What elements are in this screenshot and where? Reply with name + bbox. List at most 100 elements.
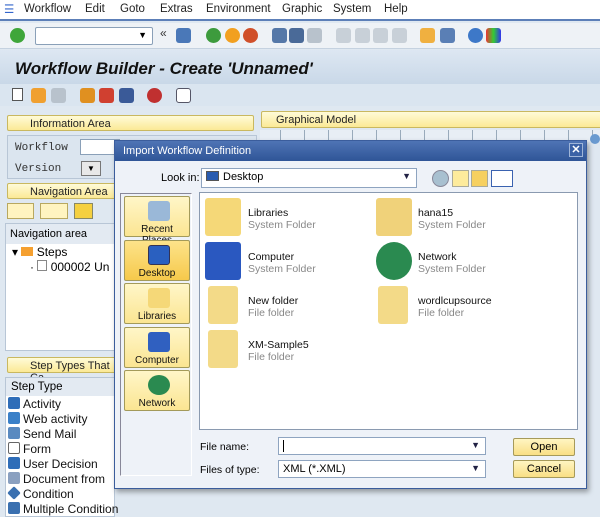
- step-type-form[interactable]: Form: [8, 442, 51, 456]
- find-next-icon[interactable]: [307, 28, 322, 43]
- back-icon[interactable]: [206, 28, 221, 43]
- place-libraries[interactable]: Libraries: [124, 283, 190, 324]
- file-item-new-folder[interactable]: New folder File folder: [248, 295, 298, 319]
- collapse-icon[interactable]: «: [160, 26, 175, 41]
- file-name-label: File name:: [200, 441, 250, 453]
- step-type-send-mail[interactable]: Send Mail: [8, 427, 76, 441]
- step-type-user-decision[interactable]: User Decision: [8, 457, 98, 471]
- open-button[interactable]: Open: [513, 438, 575, 456]
- file-item-network[interactable]: Network System Folder: [418, 251, 486, 275]
- help-icon[interactable]: [468, 28, 483, 43]
- folder-icon: [208, 330, 238, 368]
- page-title: Workflow Builder - Create 'Unnamed': [15, 59, 313, 78]
- libraries-folder-icon: [205, 198, 241, 236]
- last-page-icon[interactable]: [392, 28, 407, 43]
- step-type-activity[interactable]: Activity: [8, 397, 61, 411]
- network-icon: [148, 375, 170, 395]
- tree-node-step[interactable]: · 000002 Un: [30, 260, 109, 274]
- container-icon[interactable]: [147, 88, 162, 103]
- menu-system[interactable]: System: [333, 3, 371, 15]
- command-field[interactable]: ▼: [35, 27, 153, 45]
- close-icon[interactable]: ✕: [569, 143, 583, 157]
- document-icon: [8, 472, 20, 484]
- nav-forward-button[interactable]: [40, 203, 68, 219]
- list-icon[interactable]: [176, 88, 191, 103]
- file-name-input[interactable]: ▼: [278, 437, 486, 455]
- information-area-header[interactable]: Information Area: [7, 115, 254, 131]
- activate-icon[interactable]: [80, 88, 95, 103]
- web-activity-icon: [8, 412, 20, 424]
- next-page-icon[interactable]: [373, 28, 388, 43]
- tree-node-steps[interactable]: ▾ Steps: [12, 245, 67, 259]
- step-type-multiple-condition[interactable]: Multiple Condition: [8, 502, 118, 516]
- save-icon[interactable]: [176, 28, 191, 43]
- glasses-icon[interactable]: [51, 88, 66, 103]
- overview-icon[interactable]: [74, 203, 93, 219]
- graphical-model-header[interactable]: Graphical Model: [261, 111, 600, 128]
- find-icon[interactable]: [289, 28, 304, 43]
- step-type-web-activity[interactable]: Web activity: [8, 412, 87, 426]
- look-in-dropdown[interactable]: Desktop ▼: [201, 168, 417, 188]
- step-types-header[interactable]: Step Types That Ca: [7, 357, 117, 384]
- file-item-computer[interactable]: Computer System Folder: [248, 251, 316, 275]
- new-session-icon[interactable]: [420, 28, 435, 43]
- view-menu-icon[interactable]: [491, 170, 513, 187]
- menu-environment[interactable]: Environment: [206, 3, 271, 15]
- place-desktop[interactable]: Desktop: [124, 240, 190, 281]
- file-type-dropdown[interactable]: XML (*.XML) ▼: [278, 460, 486, 478]
- libraries-icon: [148, 288, 170, 308]
- workflow-label: Workflow: [15, 142, 68, 154]
- place-recent-places[interactable]: Recent Places: [124, 196, 190, 246]
- cancel-icon[interactable]: [243, 28, 258, 43]
- cancel-button[interactable]: Cancel: [513, 460, 575, 478]
- previous-page-icon[interactable]: [355, 28, 370, 43]
- step-item-label: 000002 Un: [50, 260, 110, 274]
- folder-icon: [378, 286, 408, 324]
- desktop-icon: [148, 245, 170, 265]
- print-icon[interactable]: [272, 28, 287, 43]
- dialog-title: Import Workflow Definition: [115, 141, 586, 161]
- menu-extras[interactable]: Extras: [160, 3, 193, 15]
- layout-menu-icon[interactable]: [486, 28, 501, 43]
- wizard-icon[interactable]: [99, 88, 114, 103]
- look-in-label: Look in:: [161, 172, 200, 184]
- file-item-wordlcupsource[interactable]: wordlcupsource File folder: [418, 295, 492, 319]
- exit-icon[interactable]: [225, 28, 240, 43]
- menu-goto[interactable]: Goto: [120, 3, 145, 15]
- import-workflow-dialog: Import Workflow Definition ✕ Look in: De…: [114, 140, 587, 489]
- menu-help[interactable]: Help: [384, 3, 408, 15]
- desktop-icon: [206, 171, 219, 181]
- new-icon[interactable]: [12, 88, 23, 101]
- back-icon[interactable]: [432, 170, 449, 187]
- menu-workflow[interactable]: Workflow: [24, 3, 71, 15]
- condition-icon: [7, 486, 21, 500]
- file-item-libraries[interactable]: Libraries System Folder: [248, 207, 316, 231]
- file-item-xm-sample5[interactable]: XM-Sample5 File folder: [248, 339, 309, 363]
- step-type-condition[interactable]: Condition: [7, 486, 74, 501]
- version-dropdown[interactable]: ▼: [81, 161, 101, 176]
- sap-menu-icon[interactable]: ☰: [4, 2, 14, 16]
- menu-graphic[interactable]: Graphic: [282, 3, 322, 15]
- nav-back-button[interactable]: [7, 203, 34, 219]
- navigation-area-header[interactable]: Navigation Area: [7, 183, 117, 199]
- steps-label: Steps: [36, 245, 68, 259]
- test-icon[interactable]: [119, 88, 134, 103]
- shortcut-icon[interactable]: [440, 28, 455, 43]
- computer-icon: [148, 332, 170, 352]
- place-computer[interactable]: Computer: [124, 327, 190, 368]
- new-folder-icon[interactable]: [471, 170, 488, 187]
- zoom-icon[interactable]: [590, 134, 600, 144]
- menu-edit[interactable]: Edit: [85, 3, 105, 15]
- file-item-hana15[interactable]: hana15 System Folder: [418, 207, 486, 231]
- file-type-label: Files of type:: [200, 464, 260, 476]
- step-type-document[interactable]: Document from: [8, 472, 105, 486]
- step-type-column-header: Step Type: [6, 378, 114, 396]
- enter-icon[interactable]: [10, 28, 25, 43]
- copy-icon[interactable]: [31, 88, 46, 103]
- form-icon: [8, 442, 20, 454]
- place-network[interactable]: Network: [124, 370, 190, 411]
- recent-places-icon: [148, 201, 170, 221]
- step-icon: [37, 260, 48, 271]
- up-folder-icon[interactable]: [452, 170, 469, 187]
- first-page-icon[interactable]: [336, 28, 351, 43]
